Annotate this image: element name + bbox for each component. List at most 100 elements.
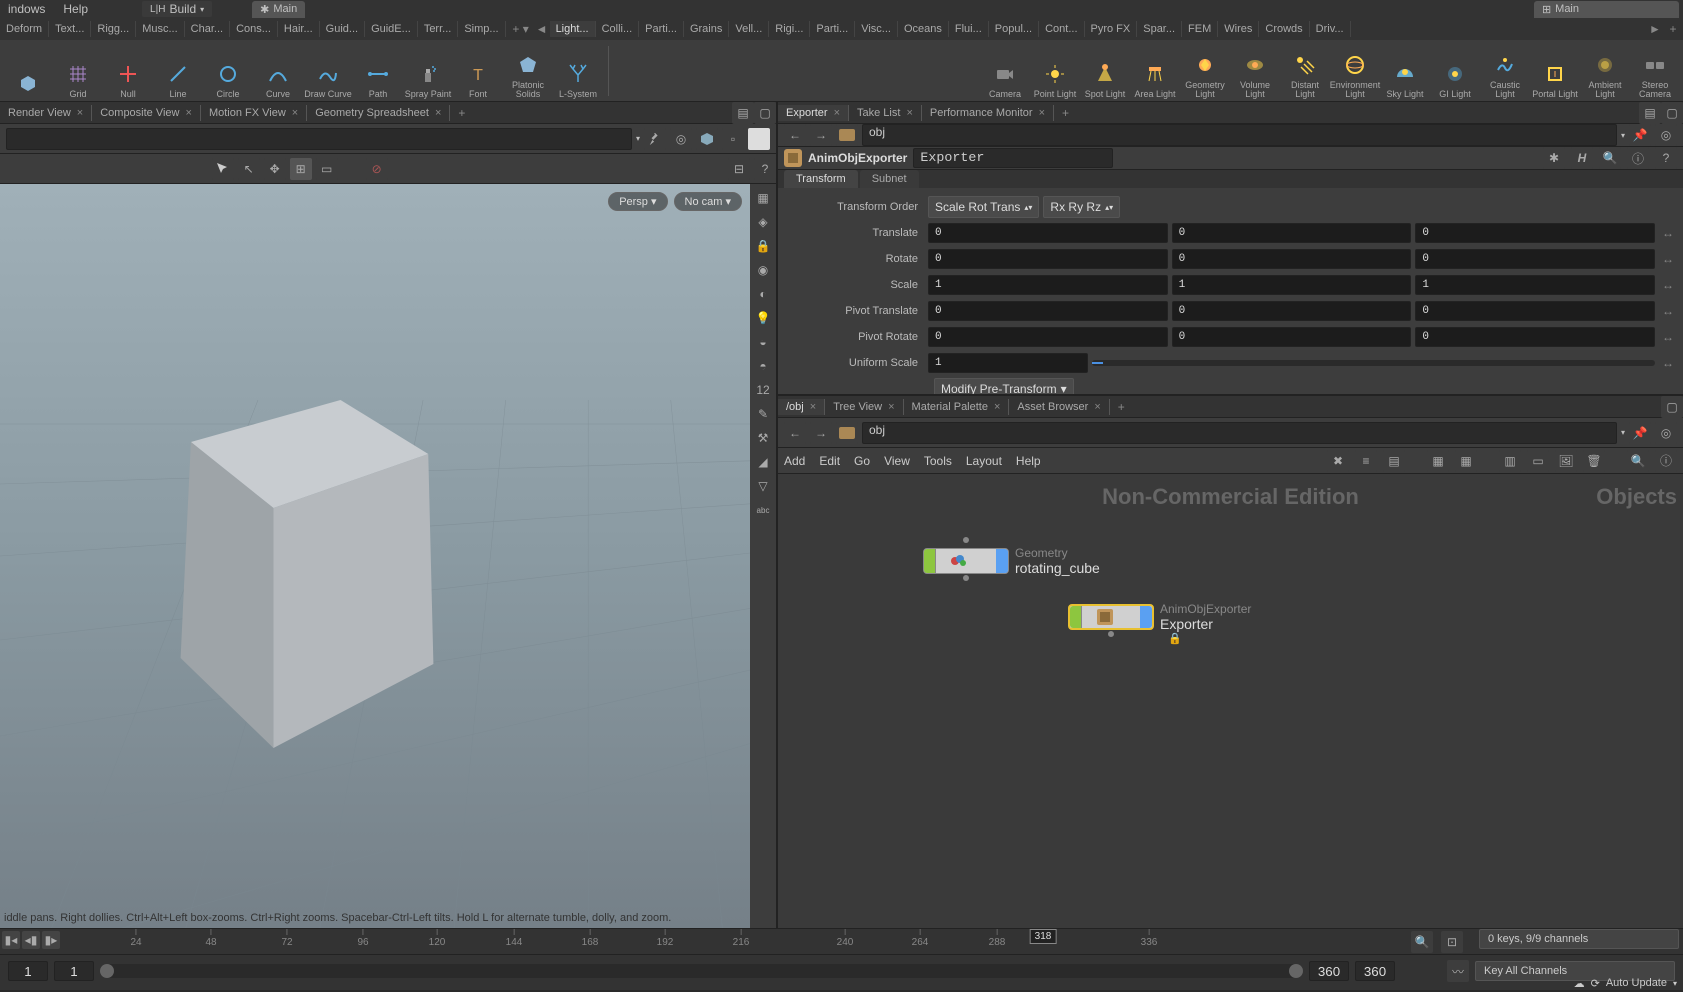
range-start-input[interactable] bbox=[54, 961, 94, 981]
timeline-settings-icon[interactable]: 🔍 bbox=[1411, 931, 1433, 953]
parm-y-input[interactable] bbox=[1172, 249, 1412, 269]
frame-marker[interactable]: 318 bbox=[1030, 929, 1057, 944]
close-icon[interactable]: × bbox=[292, 107, 298, 119]
uscale-input[interactable] bbox=[928, 353, 1088, 373]
target-icon[interactable]: ◎ bbox=[1655, 422, 1677, 444]
shelf-item-null[interactable]: Null bbox=[104, 43, 152, 99]
select-tool-icon[interactable] bbox=[212, 158, 234, 180]
box-icon[interactable] bbox=[696, 128, 718, 150]
desktop-tab-main[interactable]: ✱ Main bbox=[252, 1, 305, 18]
target-icon[interactable]: ◎ bbox=[1655, 124, 1677, 146]
shelf-tab[interactable]: Hair... bbox=[278, 21, 320, 37]
nm-add[interactable]: Add bbox=[784, 454, 805, 468]
shelf-tab[interactable]: Vell... bbox=[729, 21, 769, 37]
shelf-tab[interactable]: Rigg... bbox=[91, 21, 136, 37]
play-step-fwd-icon[interactable]: ▮▸ bbox=[42, 931, 60, 949]
shelf-item-platonic[interactable]: Platonic Solids bbox=[504, 43, 552, 99]
ntb-info-icon[interactable]: ⓘ bbox=[1655, 450, 1677, 472]
ntb-list2-icon[interactable]: ▤ bbox=[1383, 450, 1405, 472]
shelf-item-circle[interactable]: Circle bbox=[204, 43, 252, 99]
parm-y-input[interactable] bbox=[1172, 275, 1412, 295]
parm-path-input[interactable]: obj bbox=[862, 124, 1617, 146]
shelf-tab[interactable]: Pyro FX bbox=[1085, 21, 1138, 37]
ntb-list-icon[interactable]: ≡ bbox=[1355, 450, 1377, 472]
shelf-item-caustic[interactable]: Caustic Light bbox=[1481, 43, 1529, 99]
node-exporter[interactable]: AnimObjExporter Exporter bbox=[1068, 602, 1251, 632]
layout-icon[interactable]: ⊟ bbox=[728, 158, 750, 180]
vt-lock-icon[interactable]: 🔒 bbox=[753, 236, 773, 256]
box2-icon[interactable]: ▫ bbox=[722, 128, 744, 150]
network-path-input[interactable]: obj bbox=[862, 422, 1617, 444]
shelf-tab[interactable]: Parti... bbox=[810, 21, 855, 37]
parm-name-input[interactable] bbox=[913, 148, 1113, 168]
realtime-icon[interactable]: 〰 bbox=[1447, 960, 1469, 982]
info-icon[interactable]: ⓘ bbox=[1627, 147, 1649, 169]
close-icon[interactable]: × bbox=[810, 401, 816, 413]
shelf-tab[interactable]: Cons... bbox=[230, 21, 278, 37]
pane-tab[interactable]: Exporter× bbox=[778, 105, 849, 121]
shelf-item-stereo[interactable]: Stereo Camera bbox=[1631, 43, 1679, 99]
close-icon[interactable]: × bbox=[186, 107, 192, 119]
shelf-tab[interactable]: Light... bbox=[550, 21, 596, 37]
shelf-item-font[interactable]: TFont bbox=[454, 43, 502, 99]
network-view[interactable]: Non-Commercial Edition Objects Geometry … bbox=[778, 474, 1683, 928]
build-desktop-dropdown[interactable]: L|H Build ▾ bbox=[142, 1, 212, 17]
pane-menu-icon[interactable]: ▤ bbox=[1639, 102, 1661, 124]
shelf-item-distant[interactable]: Distant Light bbox=[1281, 43, 1329, 99]
xform-order-select[interactable]: Scale Rot Trans ▴▾ bbox=[928, 196, 1039, 218]
nocam-badge[interactable]: No cam ▾ bbox=[674, 192, 742, 211]
shelf-tab[interactable]: Simp... bbox=[458, 21, 505, 37]
pane-tab[interactable]: Render View× bbox=[0, 105, 92, 121]
add-parm-tab-icon[interactable]: + bbox=[1054, 104, 1077, 122]
parm-z-input[interactable] bbox=[1415, 327, 1655, 347]
ntb-image-icon[interactable]: 🖼 bbox=[1555, 450, 1577, 472]
vt-2[interactable]: ◈ bbox=[753, 212, 773, 232]
parm-tab-subnet[interactable]: Subnet bbox=[860, 170, 919, 188]
shelf-item-box[interactable] bbox=[4, 43, 52, 99]
pin-icon[interactable]: 📌 bbox=[1629, 124, 1651, 146]
nav-fwd-icon[interactable]: → bbox=[810, 124, 832, 146]
shelf-item-ambient[interactable]: Ambient Light bbox=[1581, 43, 1629, 99]
parm-y-input[interactable] bbox=[1172, 327, 1412, 347]
shelf-scroll-left[interactable]: ◄ bbox=[536, 22, 550, 36]
shelf-tab[interactable]: Musc... bbox=[136, 21, 184, 37]
close-icon[interactable]: × bbox=[1039, 107, 1045, 119]
ntb-grid-icon[interactable]: ▦ bbox=[1427, 450, 1449, 472]
shelf-tab[interactable]: Colli... bbox=[596, 21, 640, 37]
close-icon[interactable]: × bbox=[834, 107, 840, 119]
parm-y-input[interactable] bbox=[1172, 301, 1412, 321]
vt-bulb-icon[interactable]: 💡 bbox=[753, 308, 773, 328]
pane-tab[interactable]: Motion FX View× bbox=[201, 105, 307, 121]
timeline-scope-icon[interactable]: ⊡ bbox=[1441, 931, 1463, 953]
shelf-tab[interactable]: FEM bbox=[1182, 21, 1218, 37]
vt-9[interactable]: 12 bbox=[753, 380, 773, 400]
nm-help[interactable]: Help bbox=[1016, 454, 1041, 468]
snap-icon[interactable]: ⊞ bbox=[290, 158, 312, 180]
shelf-item-gi[interactable]: GI Light bbox=[1431, 43, 1479, 99]
handle-tool-icon[interactable]: ✥ bbox=[264, 158, 286, 180]
nm-layout[interactable]: Layout bbox=[966, 454, 1002, 468]
shelf-item-point[interactable]: Point Light bbox=[1031, 43, 1079, 99]
sheet-icon[interactable] bbox=[748, 128, 770, 150]
menu-help[interactable]: Help bbox=[59, 2, 92, 16]
help-icon[interactable]: ? bbox=[754, 158, 776, 180]
shelf-tab[interactable]: Parti... bbox=[639, 21, 684, 37]
gear-icon[interactable]: ✱ bbox=[1543, 147, 1565, 169]
shelf-tab[interactable]: GuidE... bbox=[365, 21, 418, 37]
node-icon[interactable] bbox=[836, 124, 858, 146]
shelf-item-volume[interactable]: Volume Light bbox=[1231, 43, 1279, 99]
pane-tab[interactable]: Performance Monitor× bbox=[922, 105, 1054, 121]
range-end-input[interactable] bbox=[1309, 961, 1349, 981]
shelf-add-icon[interactable]: + ▾ bbox=[506, 22, 536, 36]
timeline-ruler[interactable]: ▮◂ ◂▮ ▮▸ 2448729612014416819221624026428… bbox=[0, 929, 1683, 955]
shelf-tab[interactable]: Text... bbox=[49, 21, 91, 37]
ntb-wrench-icon[interactable]: ✖ bbox=[1327, 450, 1349, 472]
vt-1[interactable]: ▦ bbox=[753, 188, 773, 208]
shelf-tab[interactable]: Deform bbox=[0, 21, 49, 37]
shelf-item-env[interactable]: Environment Light bbox=[1331, 43, 1379, 99]
parm-y-input[interactable] bbox=[1172, 223, 1412, 243]
shelf-item-sky[interactable]: Sky Light bbox=[1381, 43, 1429, 99]
nm-view[interactable]: View bbox=[884, 454, 910, 468]
shelf-tab[interactable]: Grains bbox=[684, 21, 729, 37]
vt-globe-icon[interactable]: ◐ bbox=[753, 284, 773, 304]
